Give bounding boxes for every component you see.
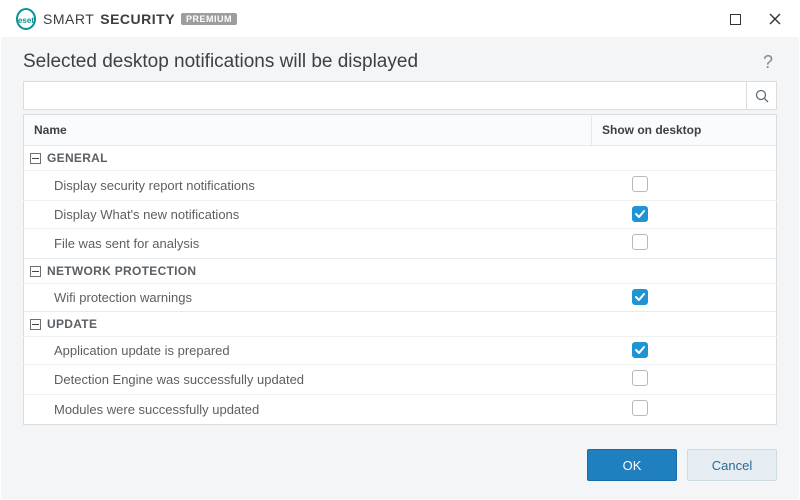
notification-name: Display What's new notifications — [24, 201, 592, 229]
cancel-button[interactable]: Cancel — [687, 449, 777, 481]
close-icon — [769, 13, 781, 25]
help-button[interactable]: ? — [759, 52, 777, 73]
notification-row: Modules were successfully updated — [24, 395, 777, 425]
group-row[interactable]: GENERAL — [24, 146, 777, 171]
group-row[interactable]: UPDATE — [24, 312, 777, 337]
notification-row: Display security report notifications — [24, 171, 777, 201]
collapse-icon[interactable] — [30, 266, 41, 277]
collapse-icon[interactable] — [30, 319, 41, 330]
notification-row: Detection Engine was successfully update… — [24, 365, 777, 395]
titlebar: eset SMART SECURITY PREMIUM — [1, 1, 799, 37]
show-on-desktop-checkbox[interactable] — [632, 234, 648, 250]
show-on-desktop-checkbox[interactable] — [632, 206, 648, 222]
window: eset SMART SECURITY PREMIUM Selected des… — [0, 0, 800, 500]
search-button[interactable] — [746, 82, 776, 109]
brand: eset SMART SECURITY PREMIUM — [15, 8, 237, 30]
footer: OK Cancel — [1, 433, 799, 499]
notification-name: Detection Engine was successfully update… — [24, 365, 592, 395]
close-button[interactable] — [755, 1, 795, 37]
notification-name: Modules were successfully updated — [24, 395, 592, 425]
show-on-desktop-checkbox[interactable] — [632, 342, 648, 358]
notification-row: File was sent for analysis — [24, 229, 777, 259]
search-input[interactable] — [24, 82, 746, 109]
brand-word-1: SMART — [43, 11, 94, 27]
show-on-desktop-checkbox[interactable] — [632, 289, 648, 305]
notification-name: Display security report notifications — [24, 171, 592, 201]
show-on-desktop-checkbox[interactable] — [632, 176, 648, 192]
show-on-desktop-checkbox[interactable] — [632, 400, 648, 416]
show-on-desktop-checkbox[interactable] — [632, 370, 648, 386]
group-label: GENERAL — [47, 151, 108, 165]
page-title: Selected desktop notifications will be d… — [23, 51, 759, 73]
column-header-show[interactable]: Show on desktop — [592, 115, 777, 146]
brand-word-2: SECURITY — [100, 11, 175, 27]
ok-button[interactable]: OK — [587, 449, 677, 481]
notification-row: Application update is prepared — [24, 337, 777, 365]
brand-logo-text: eset — [18, 16, 34, 25]
column-header-name[interactable]: Name — [24, 115, 592, 146]
brand-logo-icon: eset — [15, 8, 37, 30]
notifications-table: Name Show on desktop GENERAL Display secu… — [23, 114, 777, 425]
brand-badge: PREMIUM — [181, 13, 237, 25]
search-icon — [755, 89, 769, 103]
notification-row: Display What's new notifications — [24, 201, 777, 229]
maximize-button[interactable] — [715, 1, 755, 37]
group-label: NETWORK PROTECTION — [47, 264, 196, 278]
notification-name: Application update is prepared — [24, 337, 592, 365]
content: Name Show on desktop GENERAL Display secu… — [1, 81, 799, 433]
collapse-icon[interactable] — [30, 153, 41, 164]
notification-row: Wifi protection warnings — [24, 284, 777, 312]
search-bar — [23, 81, 777, 110]
group-label: UPDATE — [47, 317, 97, 331]
maximize-icon — [730, 14, 741, 25]
group-row[interactable]: NETWORK PROTECTION — [24, 259, 777, 284]
notification-name: File was sent for analysis — [24, 229, 592, 259]
header: Selected desktop notifications will be d… — [1, 37, 799, 81]
notification-name: Wifi protection warnings — [24, 284, 592, 312]
